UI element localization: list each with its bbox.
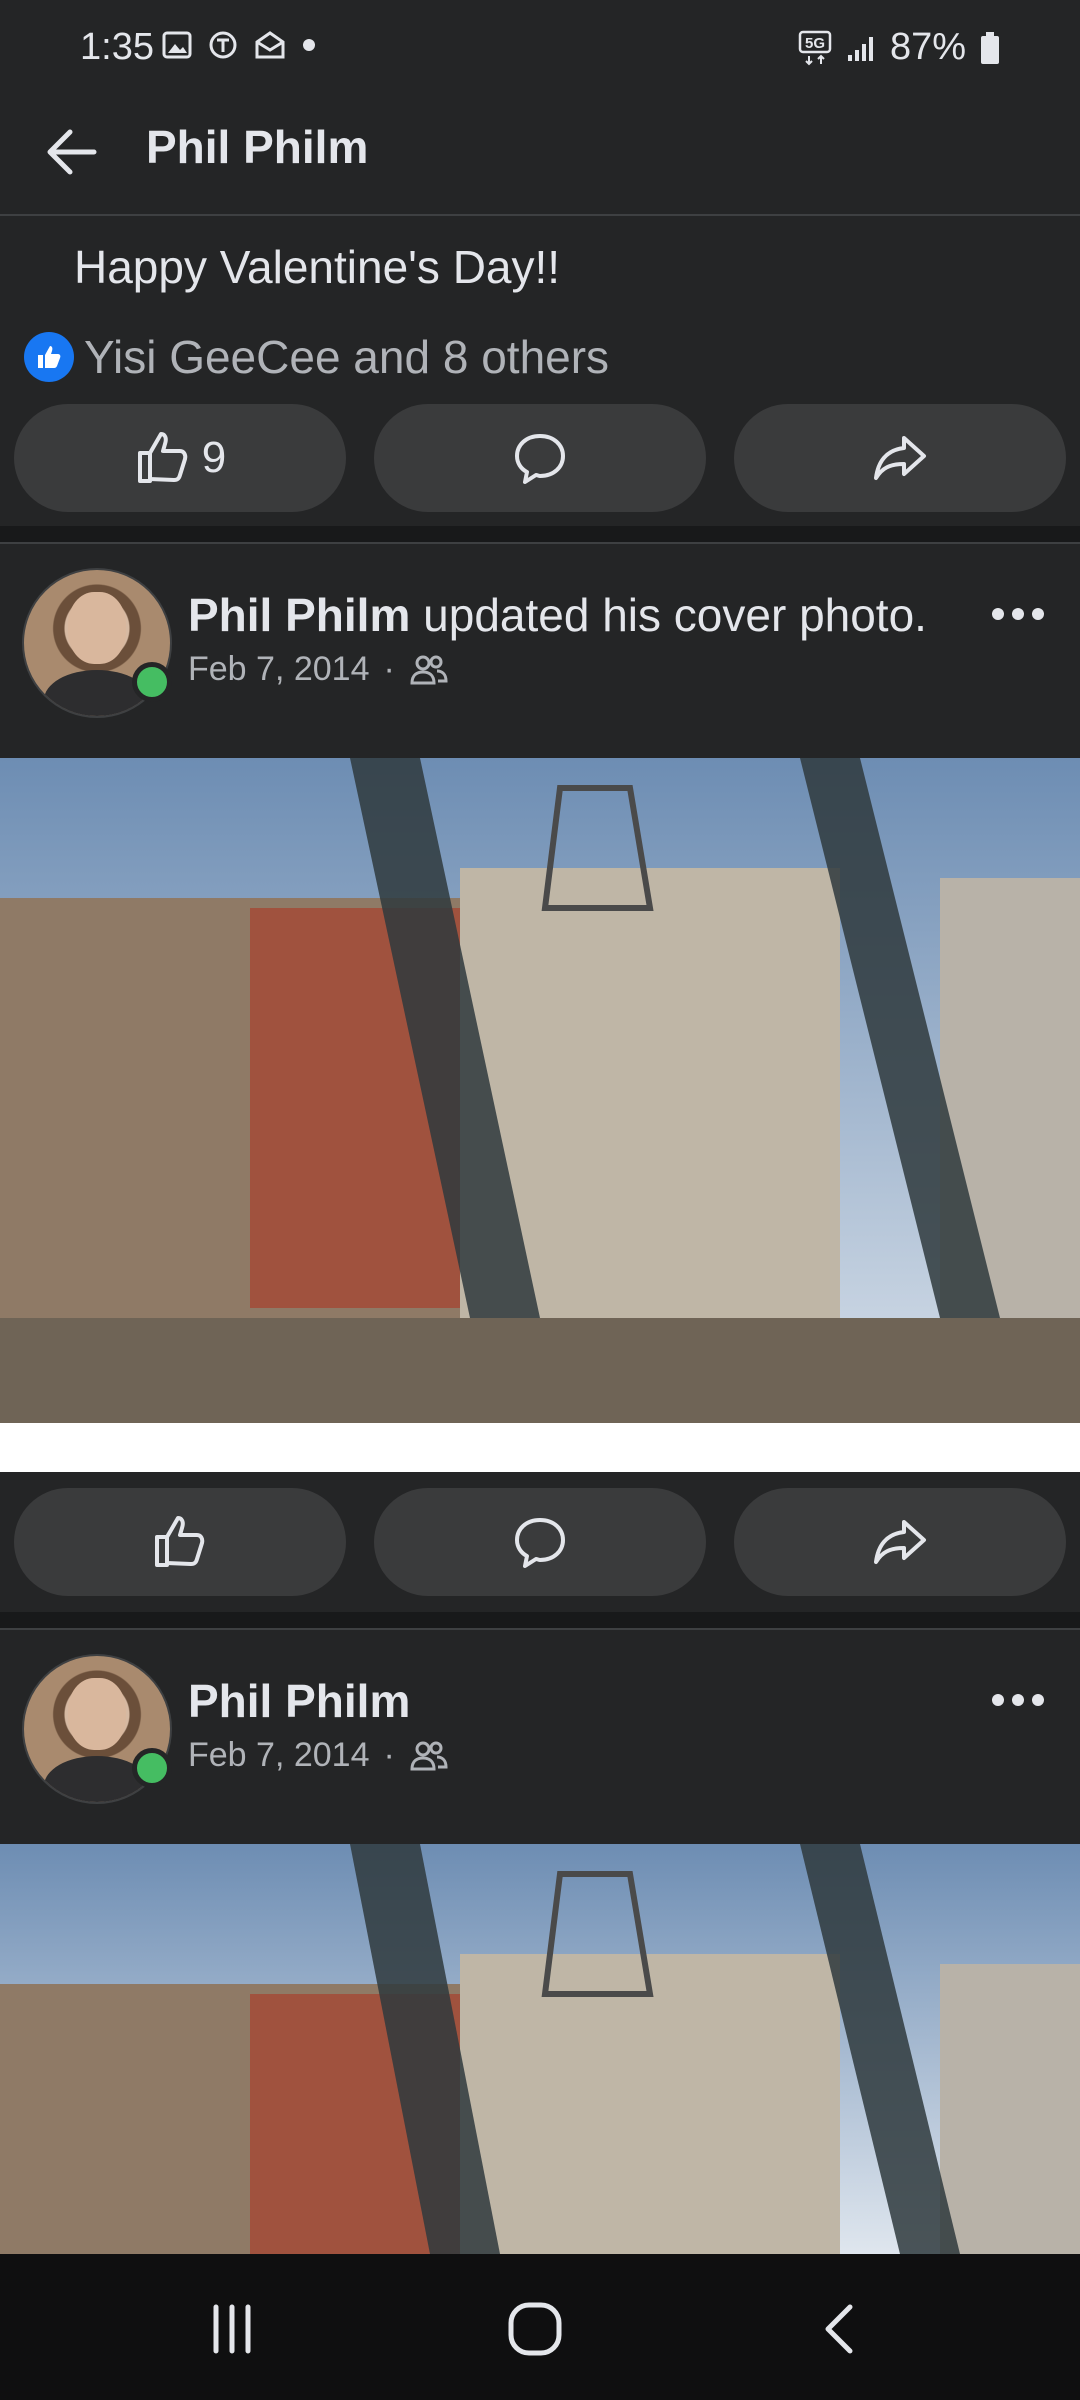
more-options-button[interactable]: [986, 594, 1050, 634]
comment-button[interactable]: [374, 404, 706, 512]
top-bar: Phil Philm: [0, 96, 1080, 214]
friends-audience-icon: [410, 655, 448, 684]
thumbs-up-icon: [155, 1516, 205, 1567]
network-5g-icon: 5G: [798, 30, 832, 65]
post-separator: [0, 526, 1080, 542]
post2-header: Phil Philm updated his cover photo. Feb …: [0, 568, 1080, 718]
back-nav-icon: [825, 2304, 853, 2354]
system-navigation-bar: [0, 2254, 1080, 2400]
signal-icon: [847, 36, 873, 61]
online-status-dot: [132, 1748, 172, 1788]
back-arrow-icon: [47, 129, 97, 175]
status-time: 1:35: [80, 26, 154, 68]
post-author-line: Phil Philm updated his cover photo.: [188, 588, 927, 642]
battery-percent: 87%: [889, 26, 966, 68]
page-title: Phil Philm: [146, 121, 369, 173]
gallery-notification-icon: [162, 31, 192, 59]
friends-audience-icon: [410, 1741, 448, 1770]
share-icon: [874, 1520, 926, 1564]
post2-action-bar: [14, 1488, 1066, 1596]
status-right: 5G 87%: [798, 26, 1000, 69]
battery-icon: [981, 31, 999, 64]
post-date[interactable]: Feb 7, 2014: [188, 650, 369, 689]
like-button[interactable]: [14, 1488, 346, 1596]
online-status-dot: [132, 662, 172, 702]
thumbs-up-icon: [137, 432, 187, 483]
author-name[interactable]: Phil Philm: [188, 589, 410, 641]
share-icon: [874, 436, 926, 480]
cover-photo[interactable]: [0, 758, 1080, 1472]
author-name[interactable]: Phil Philm: [188, 1675, 410, 1727]
mail-notification-icon: [255, 31, 285, 59]
reactions-summary[interactable]: Yisi GeeCee and 8 others: [24, 330, 609, 384]
comment-icon: [515, 1518, 565, 1568]
comment-button[interactable]: [374, 1488, 706, 1596]
back-button[interactable]: [40, 120, 104, 184]
post-separator: [0, 1612, 1080, 1628]
recent-apps-icon: [213, 2304, 251, 2354]
more-options-button[interactable]: [986, 1680, 1050, 1720]
post-meta: Feb 7, 2014 ·: [188, 1736, 449, 1775]
notification-icons: [162, 30, 316, 60]
post3-header: Phil Philm Feb 7, 2014 ·: [0, 1654, 1080, 1804]
comment-icon: [515, 434, 565, 484]
meta-separator: ·: [383, 1736, 395, 1774]
reactions-text: Yisi GeeCee and 8 others: [84, 331, 610, 383]
post-date[interactable]: Feb 7, 2014: [188, 1736, 369, 1775]
post1-action-bar: 9: [14, 404, 1066, 512]
meta-separator: ·: [383, 650, 395, 688]
post-meta: Feb 7, 2014 ·: [188, 650, 449, 689]
post-divider: [0, 1628, 1080, 1630]
nyt-notification-icon: [209, 31, 237, 59]
like-button[interactable]: 9: [14, 404, 346, 512]
svg-text:5G: 5G: [805, 35, 825, 52]
header-divider: [0, 214, 1080, 216]
home-icon: [508, 2302, 562, 2356]
dot-icon: [303, 39, 315, 51]
post-divider: [0, 542, 1080, 544]
post-text: Happy Valentine's Day!!: [74, 241, 561, 293]
status-bar: 1:35 5G 87%: [0, 0, 1080, 96]
share-button[interactable]: [734, 1488, 1066, 1596]
back-nav-button[interactable]: [800, 2294, 880, 2364]
like-count: 9: [201, 433, 227, 482]
recent-apps-button[interactable]: [192, 2294, 272, 2364]
post-author-line: Phil Philm: [188, 1674, 410, 1728]
home-button[interactable]: [495, 2294, 575, 2364]
share-button[interactable]: [734, 404, 1066, 512]
like-reaction-icon: [24, 332, 74, 382]
post-action-text: updated his cover photo.: [423, 589, 927, 641]
post-photo[interactable]: [0, 1844, 1080, 2254]
